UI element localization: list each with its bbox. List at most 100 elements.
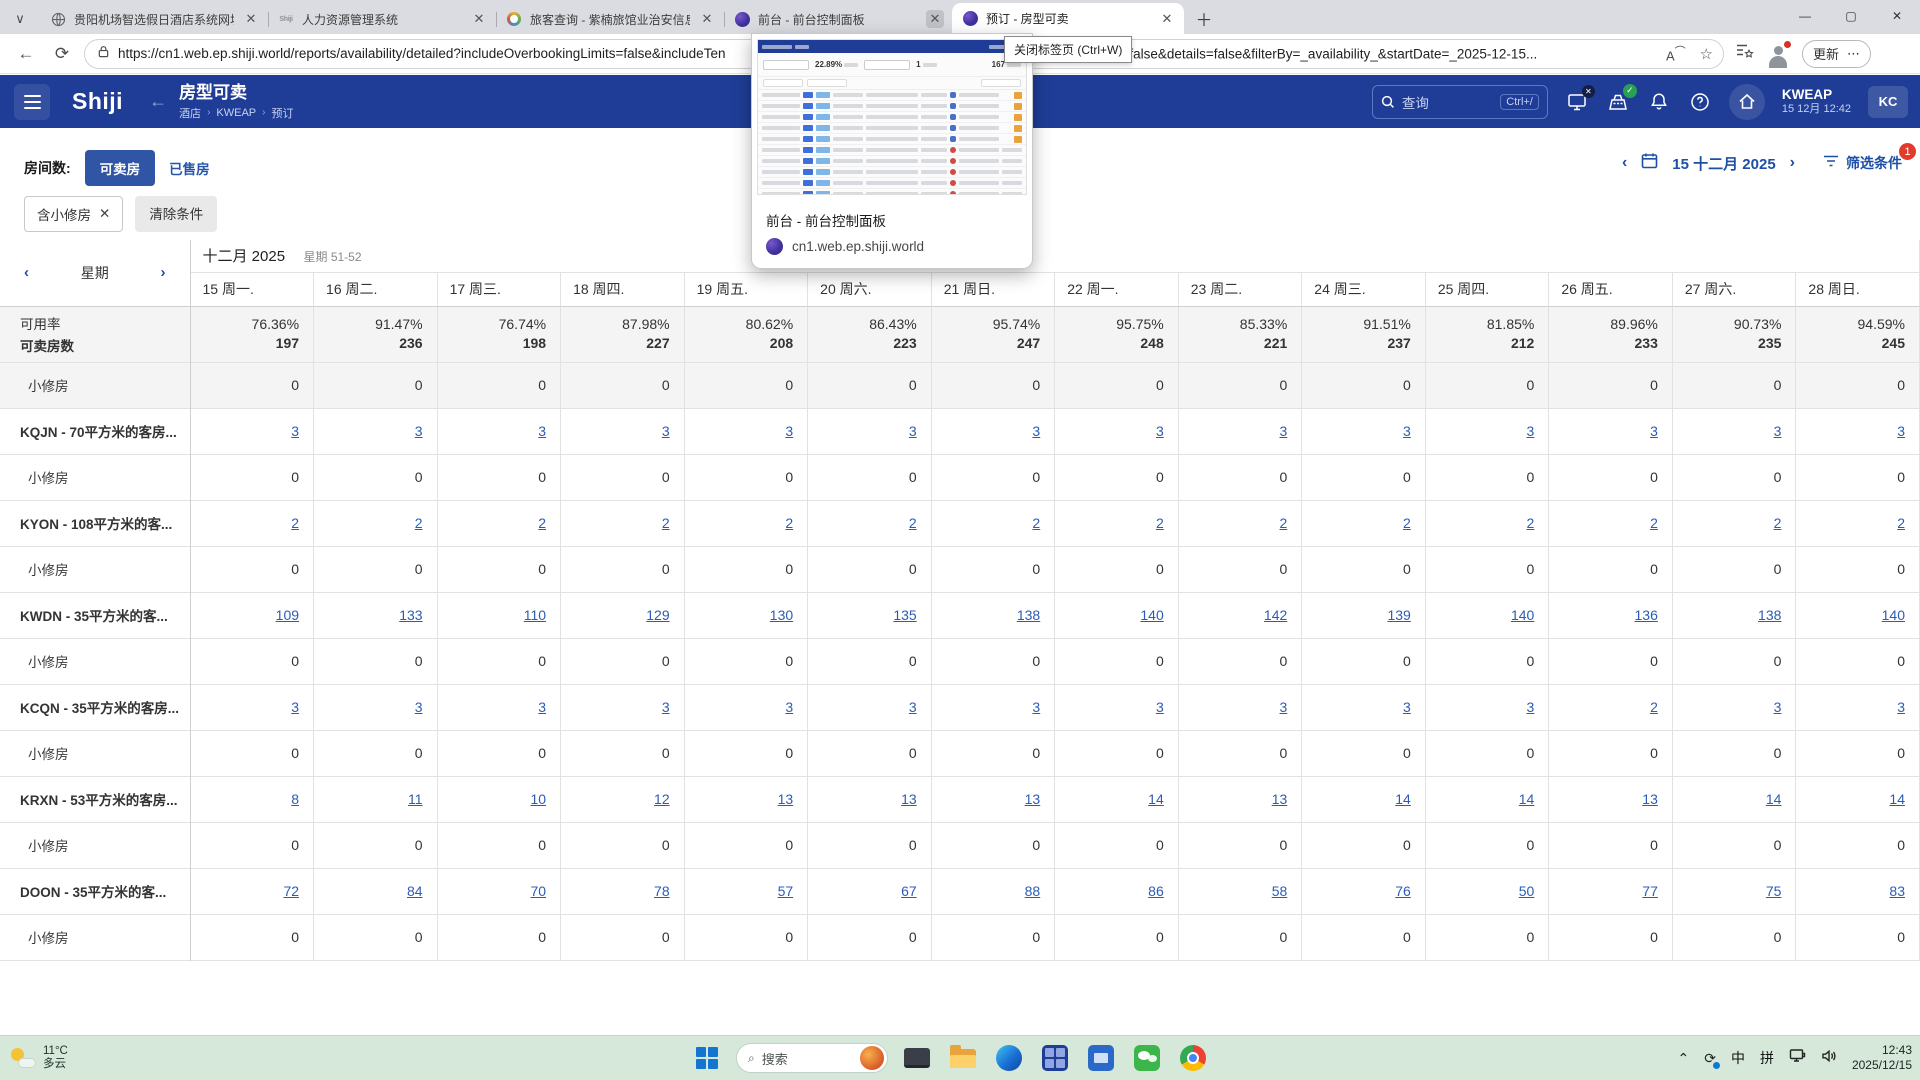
available-count-link[interactable]: 3 [909,699,917,715]
available-count-link[interactable]: 3 [1156,699,1164,715]
new-tab-button[interactable]: ＋ [1190,4,1218,32]
available-count-link[interactable]: 2 [1650,515,1658,531]
calendar-icon[interactable] [1641,152,1658,174]
available-count-link[interactable]: 67 [901,883,917,899]
available-count-link[interactable]: 2 [1527,515,1535,531]
user-avatar[interactable]: KC [1868,86,1908,118]
available-count-link[interactable]: 3 [1897,699,1905,715]
available-count-link[interactable]: 3 [1527,423,1535,439]
hidden-icons-chevron[interactable]: ⌃ [1677,1050,1689,1067]
weather-widget[interactable]: 11°C 多云 [10,1036,68,1080]
browser-update-button[interactable]: 更新 ⋯ [1802,40,1871,68]
available-count-link[interactable]: 13 [778,791,794,807]
available-count-link[interactable]: 2 [662,515,670,531]
remote-desktop-app-icon[interactable] [900,1041,934,1075]
available-count-link[interactable]: 3 [415,699,423,715]
available-count-link[interactable]: 3 [538,699,546,715]
next-date-button[interactable]: › [1790,154,1795,172]
available-count-link[interactable]: 133 [399,607,422,623]
available-count-link[interactable]: 3 [538,423,546,439]
tab-front-desk[interactable]: 前台 - 前台控制面板 ✕ [724,4,952,34]
available-count-link[interactable]: 14 [1519,791,1535,807]
available-count-link[interactable]: 3 [1032,423,1040,439]
refresh-icon[interactable]: ⟳ [48,40,76,68]
available-count-link[interactable]: 3 [785,423,793,439]
edge-browser-icon[interactable] [992,1041,1026,1075]
tab-hotel-nav[interactable]: 贵阳机场智选假日酒店系统网址导 ✕ [40,4,268,34]
available-count-link[interactable]: 129 [646,607,669,623]
available-count-link[interactable]: 139 [1387,607,1410,623]
wechat-icon[interactable] [1130,1041,1164,1075]
tab-search-menu-button[interactable]: ∨ [0,4,40,34]
available-count-link[interactable]: 13 [1642,791,1658,807]
available-count-link[interactable]: 58 [1272,883,1288,899]
row-label[interactable]: KWDN - 35平方米的客... [0,592,190,638]
cashier-icon[interactable]: ✓ [1606,90,1630,114]
row-label[interactable]: KYON - 108平方米的客... [0,500,190,546]
blue-app-icon[interactable] [1084,1041,1118,1075]
breadcrumb-reservation[interactable]: 预订 [271,105,293,121]
available-count-link[interactable]: 3 [662,423,670,439]
available-count-link[interactable]: 84 [407,883,423,899]
available-count-link[interactable]: 3 [291,423,299,439]
hamburger-menu-button[interactable] [14,84,50,120]
available-count-link[interactable]: 2 [1032,515,1040,531]
available-count-link[interactable]: 14 [1148,791,1164,807]
include-maintenance-chip[interactable]: 含小修房 ✕ [24,196,123,232]
close-tab-icon[interactable]: ✕ [242,10,260,28]
breadcrumb-property[interactable]: KWEAP [216,107,256,119]
available-count-link[interactable]: 2 [909,515,917,531]
bing-daily-icon[interactable] [860,1046,884,1070]
notifications-bell-icon[interactable] [1647,90,1671,114]
available-count-link[interactable]: 109 [276,607,299,623]
available-count-link[interactable]: 72 [283,883,299,899]
prev-week-button[interactable]: ‹ [24,264,29,281]
available-count-link[interactable]: 3 [291,699,299,715]
home-button[interactable] [1729,84,1765,120]
available-count-link[interactable]: 13 [1025,791,1041,807]
available-count-link[interactable]: 3 [1650,423,1658,439]
available-count-link[interactable]: 3 [1032,699,1040,715]
available-count-link[interactable]: 3 [1279,699,1287,715]
available-count-link[interactable]: 138 [1758,607,1781,623]
global-search-input[interactable]: 查询 Ctrl+/ [1372,85,1548,119]
close-tab-icon[interactable]: ✕ [698,10,716,28]
available-count-link[interactable]: 14 [1766,791,1782,807]
maximize-button[interactable]: ▢ [1828,0,1874,32]
sync-tray-icon[interactable]: ⟳ [1704,1050,1716,1067]
read-aloud-icon[interactable]: A⌒ [1666,43,1686,63]
network-tray-icon[interactable] [1789,1048,1806,1068]
row-label[interactable]: KRXN - 53平方米的客房... [0,776,190,822]
available-count-link[interactable]: 135 [893,607,916,623]
available-count-link[interactable]: 11 [408,791,423,807]
start-button[interactable] [690,1041,724,1075]
tab-hr-system[interactable]: Shiji 人力资源管理系统 ✕ [268,4,496,34]
available-count-link[interactable]: 3 [1527,699,1535,715]
available-count-link[interactable]: 76 [1395,883,1411,899]
tab-room-availability-active[interactable]: 预订 - 房型可卖 ✕ [952,3,1184,34]
property-info[interactable]: KWEAP 15 12月 12:42 [1782,87,1851,117]
available-count-link[interactable]: 2 [1279,515,1287,531]
available-count-link[interactable]: 130 [770,607,793,623]
file-explorer-icon[interactable] [946,1041,980,1075]
available-count-link[interactable]: 3 [662,699,670,715]
available-count-link[interactable]: 86 [1148,883,1164,899]
available-count-link[interactable]: 2 [1774,515,1782,531]
taskbar-search-input[interactable]: ⌕ 搜索 [736,1043,888,1073]
workstation-offline-icon[interactable]: ✕ [1565,90,1589,114]
available-count-link[interactable]: 13 [901,791,917,807]
available-count-link[interactable]: 2 [291,515,299,531]
available-count-link[interactable]: 3 [1774,423,1782,439]
available-count-link[interactable]: 3 [909,423,917,439]
available-count-link[interactable]: 3 [1897,423,1905,439]
available-count-link[interactable]: 3 [785,699,793,715]
available-count-link[interactable]: 110 [524,607,546,623]
available-count-link[interactable]: 136 [1635,607,1658,623]
profile-avatar[interactable] [1766,42,1790,66]
back-arrow-icon[interactable]: ← [149,91,167,112]
minimize-button[interactable]: — [1782,0,1828,32]
available-count-link[interactable]: 3 [1403,423,1411,439]
available-count-link[interactable]: 57 [778,883,794,899]
available-count-link[interactable]: 88 [1025,883,1041,899]
close-tab-icon[interactable]: ✕ [1158,10,1176,28]
